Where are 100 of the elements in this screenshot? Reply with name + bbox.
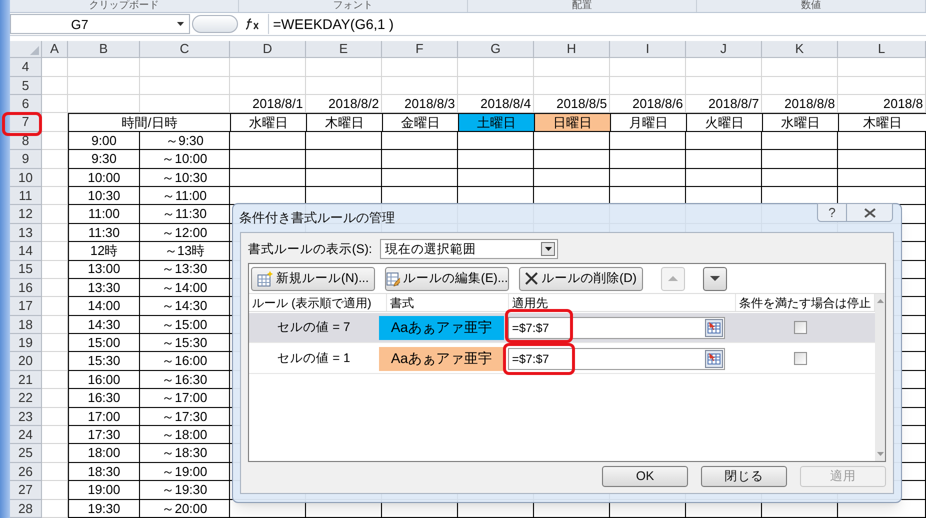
end-time-cell: ～13:30 [140,260,230,279]
row-header[interactable]: 25 [10,444,42,463]
column-header[interactable]: H [534,41,610,58]
row-header[interactable]: 21 [10,370,42,390]
column-heading: ルール (表示順で適用) [249,294,387,311]
column-header[interactable]: B [68,41,140,58]
dialog-button[interactable]: OK [602,466,688,487]
new-rule-icon [257,270,274,286]
end-time-cell: ～11:00 [140,186,230,206]
row-header[interactable]: 18 [10,316,42,334]
help-button[interactable]: ? [817,203,847,222]
rule-condition: セルの値 = 1 [276,350,352,368]
column-header[interactable]: E [306,41,382,58]
row-header[interactable]: 14 [10,242,42,261]
row-header[interactable]: 15 [10,260,42,279]
dialog-button[interactable]: 閉じる [701,466,787,487]
end-time-cell: ～18:00 [140,426,230,444]
grid-cell [42,297,68,316]
row-header[interactable]: 19 [10,334,42,352]
down-triangle-icon [710,276,720,281]
grid-cell [42,462,68,482]
row-header[interactable]: 11 [10,186,42,206]
close-button[interactable] [847,203,893,222]
grid-cell [42,95,68,114]
name-box[interactable]: G7 [10,14,190,34]
scroll-down-icon [876,452,884,456]
formula-bar-splitter[interactable] [192,15,238,34]
delete-x-icon [525,272,538,285]
row-header[interactable]: 28 [10,500,42,518]
column-header[interactable]: G [458,41,534,58]
rule-row[interactable]: セルの値 = 7 Aaあぁアァ亜宇 =$7:$7 [249,313,875,343]
row-header[interactable]: 12 [10,205,42,224]
stop-if-true-checkbox[interactable] [794,321,806,334]
vertical-scrollbar[interactable] [875,294,885,461]
show-rules-dropdown[interactable]: 現在の選択範囲 [380,239,558,259]
column-header[interactable]: F [382,41,458,58]
date-cell: 2018/8/6 [610,95,686,114]
grid-cell [42,242,68,261]
row-header[interactable]: 16 [10,278,42,298]
row-header[interactable]: 10 [10,168,42,187]
corner-triangle-icon [30,46,39,56]
column-header[interactable]: K [762,41,838,58]
grid-cell [42,132,68,150]
ribbon-group-label: フォント [333,0,373,12]
row-header[interactable]: 27 [10,481,42,500]
new-rule-button[interactable]: 新規ルール(N)... [251,266,375,290]
row-header[interactable]: 9 [10,150,42,169]
stop-if-true-checkbox[interactable] [794,352,806,365]
date-cell: 2018/8/7 [686,95,762,114]
row-header[interactable]: 20 [10,352,42,371]
ribbon-group-label: クリップボード [89,0,159,12]
column-header[interactable]: L [838,41,926,58]
end-time-cell: ～12:00 [140,224,230,242]
start-time-cell: 11:00 [68,205,140,224]
row-header[interactable]: 22 [10,389,42,408]
weekday-cell: 水曜日 [762,113,838,132]
end-time-cell: ～15:30 [140,334,230,352]
edit-rule-button[interactable]: ルールの編集(E)... [385,266,509,290]
delete-rule-button[interactable]: ルールの削除(D) [519,266,643,290]
edit-rule-icon [386,270,400,286]
row-header[interactable]: 13 [10,224,42,242]
date-cell: 2018/8/8 [762,95,838,114]
insert-function-icon[interactable] [246,18,260,30]
start-time-cell: 17:30 [68,426,140,444]
start-time-cell: 15:00 [68,334,140,352]
column-header[interactable]: D [230,41,306,58]
start-time-cell: 10:30 [68,186,140,206]
rule-row[interactable]: セルの値 = 1 Aaあぁアァ亜宇 =$7:$7 [249,344,875,374]
row-header[interactable]: 23 [10,408,42,426]
column-header[interactable]: C [140,41,230,58]
range-picker-icon[interactable] [705,318,723,336]
show-rules-label: 書式ルールの表示(S): [248,240,372,258]
applies-to-field[interactable]: =$7:$7 [508,348,725,370]
row-header[interactable]: 4 [10,58,42,77]
ribbon-group-label: 数値 [801,0,821,12]
column-header[interactable]: I [610,41,686,58]
start-time-cell: 12時 [68,242,140,261]
column-header[interactable]: A [42,41,68,58]
start-time-cell: 9:30 [68,150,140,169]
applies-to-field[interactable]: =$7:$7 [508,316,725,338]
formula-field[interactable]: =WEEKDAY(G6,1 ) [268,14,926,34]
table-header-cell: 時間/日時 [68,113,230,132]
row-header[interactable]: 6 [10,95,42,114]
column-header[interactable]: J [686,41,762,58]
row-header[interactable]: 26 [10,462,42,482]
grid-cell [42,260,68,279]
grid-cell [42,278,68,298]
grid-cell [42,113,68,132]
row-header[interactable]: 24 [10,426,42,444]
row-header[interactable]: 5 [10,76,42,96]
range-picker-icon[interactable] [705,350,723,368]
dropdown-caret-icon [177,22,184,26]
grid-cell [42,389,68,408]
weekday-cell: 水曜日 [230,113,306,132]
start-time-cell: 19:30 [68,500,140,518]
move-down-button[interactable] [703,266,727,290]
end-time-cell: ～16:30 [140,370,230,390]
annotation-ring [503,343,575,375]
start-time-cell: 15:30 [68,352,140,371]
row-header[interactable]: 17 [10,297,42,316]
